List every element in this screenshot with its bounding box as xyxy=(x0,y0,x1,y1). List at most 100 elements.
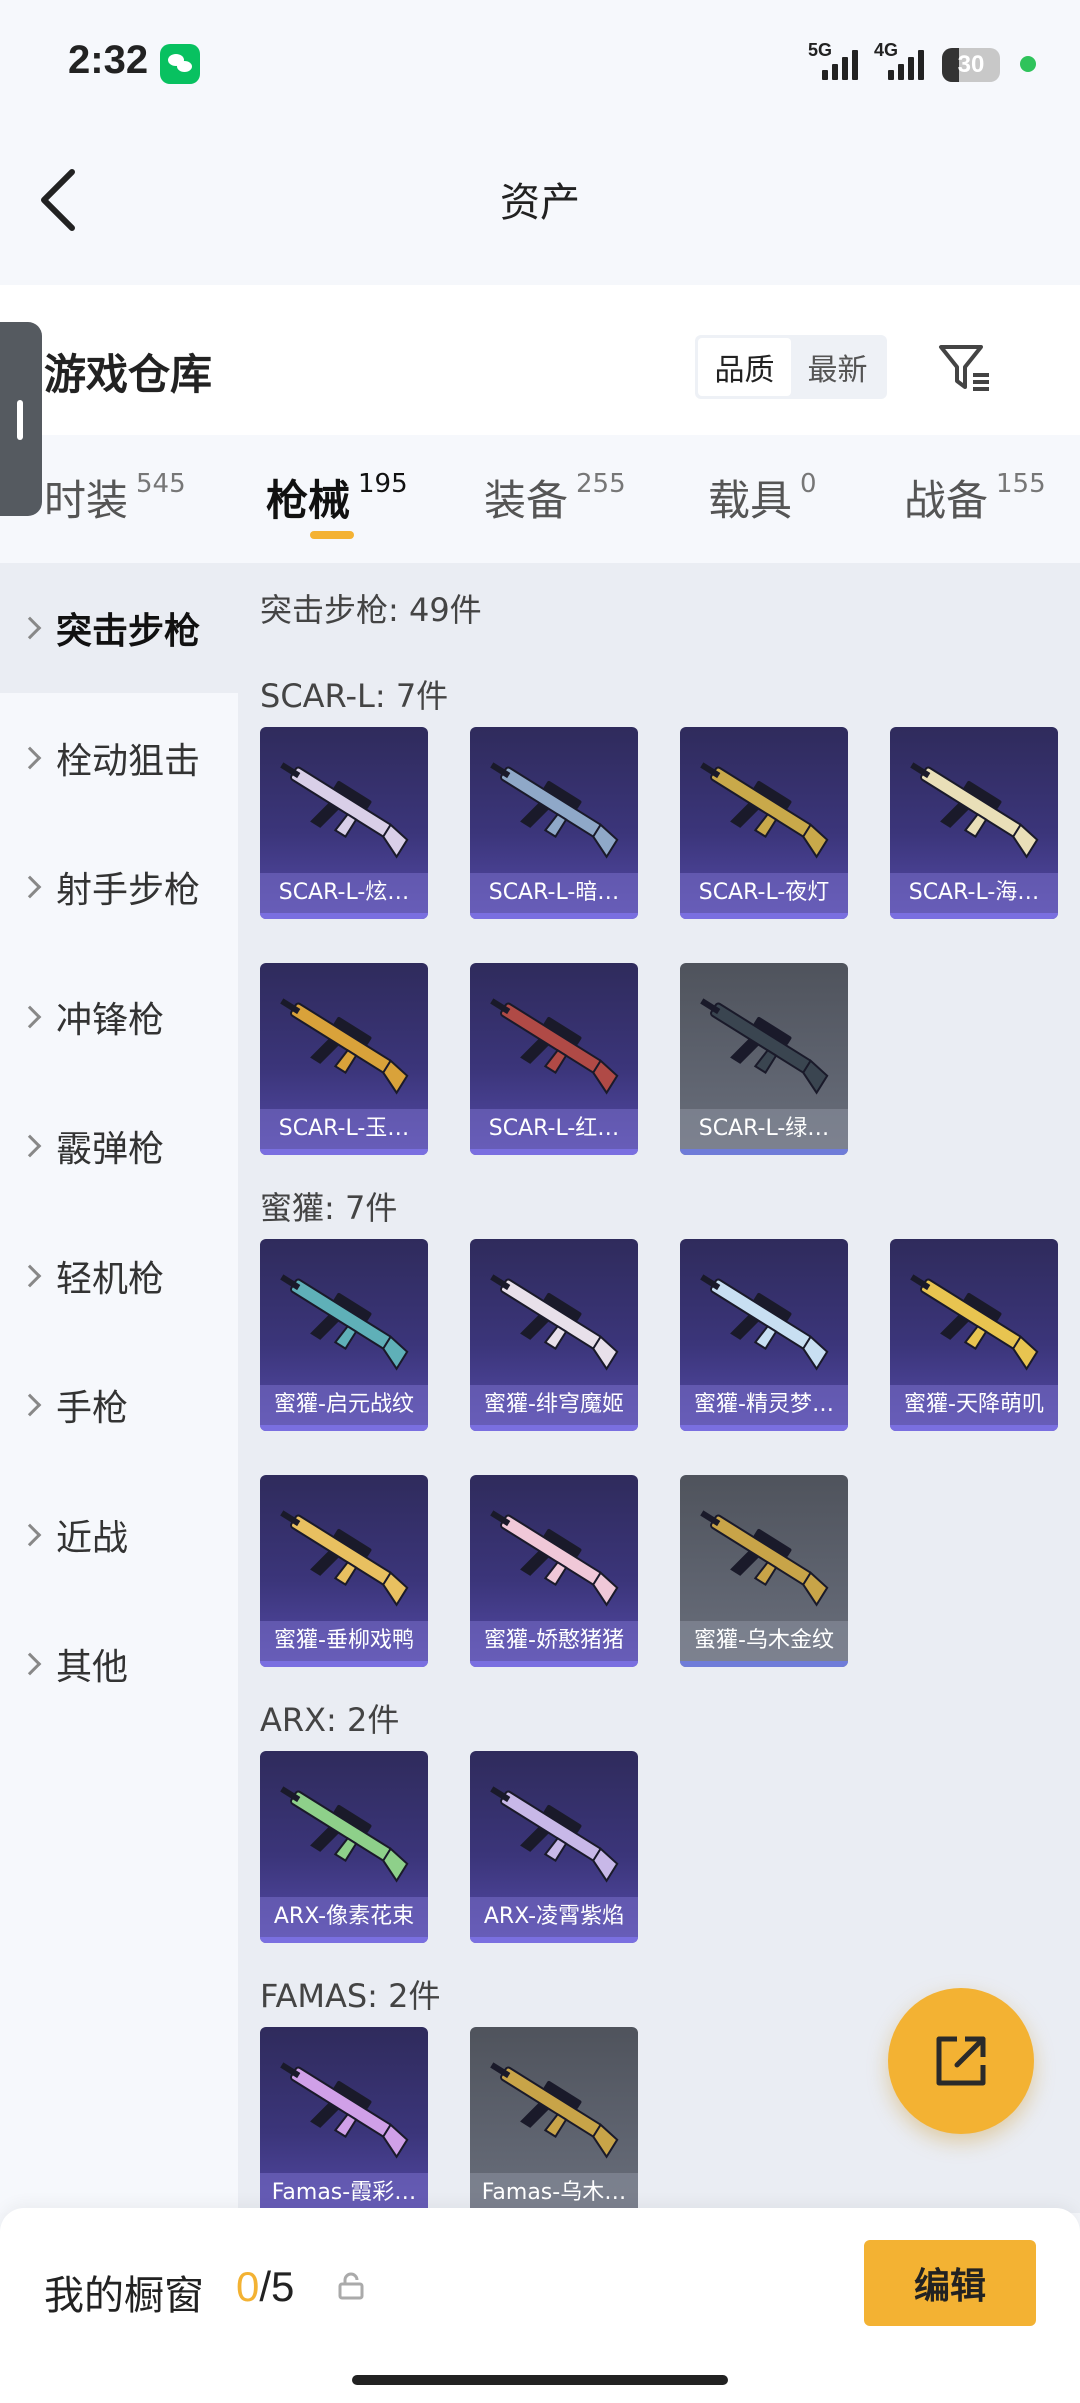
rarity-bar xyxy=(470,1425,638,1431)
share-button[interactable] xyxy=(888,1988,1034,2134)
warehouse-bar: 游戏仓库 品质 最新 xyxy=(0,285,1080,435)
weapon-card[interactable]: 蜜獾-启元战纹 xyxy=(260,1239,428,1431)
rarity-bar xyxy=(680,1425,848,1431)
showcase-bar: 我的橱窗 0/5 编辑 xyxy=(0,2208,1080,2403)
sort-quality-button[interactable]: 品质 xyxy=(698,338,791,396)
rifle-icon xyxy=(490,1510,619,1607)
weapon-name: SCAR-L-玉… xyxy=(260,1109,428,1149)
tab-label: 枪械 xyxy=(266,476,351,525)
rarity-bar xyxy=(470,913,638,919)
sidebar-item-bolt-sniper[interactable]: 栓动狙击 xyxy=(0,693,238,823)
sidebar-item-label: 冲锋枪 xyxy=(56,1000,165,1041)
rarity-bar xyxy=(470,1661,638,1667)
sidebar-item-melee[interactable]: 近战 xyxy=(0,1470,238,1600)
rifle-icon xyxy=(280,1786,409,1883)
rifle-icon xyxy=(490,2062,619,2159)
tab-label: 载具 xyxy=(708,476,793,525)
tab-label: 时装 xyxy=(44,476,129,525)
weapon-card[interactable]: SCAR-L-红… xyxy=(470,963,638,1155)
chevron-right-icon xyxy=(18,1523,42,1547)
weapon-name: SCAR-L-红… xyxy=(470,1109,638,1149)
rarity-bar xyxy=(260,1149,428,1155)
sidebar-item-shotgun[interactable]: 霰弹枪 xyxy=(0,1081,238,1211)
weapon-card[interactable]: SCAR-L-海… xyxy=(890,727,1058,919)
rifle-icon xyxy=(490,1274,619,1371)
sidebar-item-assault-rifle[interactable]: 突击步枪 xyxy=(0,563,238,693)
rarity-bar xyxy=(260,1425,428,1431)
rifle-icon xyxy=(490,998,619,1095)
weapon-group-title: 蜜獾: 7件 xyxy=(260,1189,398,1227)
rarity-bar xyxy=(890,1425,1058,1431)
weapon-card[interactable]: 蜜獾-绯穹魔姬 xyxy=(470,1239,638,1431)
weapon-card[interactable]: SCAR-L-炫… xyxy=(260,727,428,919)
rifle-icon xyxy=(280,1274,409,1371)
rifle-icon xyxy=(700,762,829,859)
lock-icon xyxy=(338,2272,364,2300)
filter-button[interactable] xyxy=(935,337,995,397)
tab-combat-gear[interactable]: 战备 155 xyxy=(904,467,1046,528)
tab-equipment[interactable]: 装备 255 xyxy=(484,467,626,528)
weapon-card[interactable]: SCAR-L-绿… xyxy=(680,963,848,1155)
rifle-icon xyxy=(280,1510,409,1607)
rifle-icon xyxy=(910,762,1039,859)
weapon-group-title: SCAR-L: 7件 xyxy=(260,677,449,715)
rifle-icon xyxy=(700,998,829,1095)
weapon-card[interactable]: Famas-乌木… xyxy=(470,2027,638,2213)
active-tab-indicator xyxy=(310,531,354,539)
chevron-right-icon xyxy=(18,616,42,640)
rarity-bar xyxy=(260,913,428,919)
sidebar-item-smg[interactable]: 冲锋枪 xyxy=(0,952,238,1082)
weapon-card[interactable]: SCAR-L-玉… xyxy=(260,963,428,1155)
weapon-card[interactable]: 蜜獾-娇憨猪猪 xyxy=(470,1475,638,1667)
chevron-right-icon xyxy=(18,1264,42,1288)
sort-latest-button[interactable]: 最新 xyxy=(791,338,884,396)
weapon-card[interactable]: SCAR-L-暗… xyxy=(470,727,638,919)
tab-fashion[interactable]: 时装 545 xyxy=(44,467,186,528)
rifle-icon xyxy=(700,1510,829,1607)
sidebar-item-other[interactable]: 其他 xyxy=(0,1599,238,1729)
chevron-right-icon xyxy=(18,1005,42,1029)
sidebar-item-marksman-rifle[interactable]: 射手步枪 xyxy=(0,822,238,952)
weapon-card[interactable]: 蜜獾-垂柳戏鸭 xyxy=(260,1475,428,1667)
weapon-name: 蜜獾-天降萌叽 xyxy=(890,1385,1058,1425)
weapon-group-title: FAMAS: 2件 xyxy=(260,1977,441,2015)
status-bar: 2:32 5G 4G 30 xyxy=(0,0,1080,130)
signal-5g-icon xyxy=(822,48,858,80)
tab-count: 255 xyxy=(576,469,626,499)
chevron-right-icon xyxy=(18,1134,42,1158)
showcase-count: 0/5 xyxy=(236,2263,294,2311)
showcase-total: /5 xyxy=(259,2263,295,2310)
sidebar-item-label: 近战 xyxy=(56,1518,129,1559)
weapon-card[interactable]: SCAR-L-夜灯 xyxy=(680,727,848,919)
tab-count: 545 xyxy=(136,469,186,499)
tab-vehicles[interactable]: 载具 0 xyxy=(708,467,817,528)
sort-toggle: 品质 最新 xyxy=(695,335,887,399)
wechat-icon xyxy=(160,44,200,84)
weapon-card[interactable]: ARX-像素花束 xyxy=(260,1751,428,1943)
tab-guns[interactable]: 枪械 195 xyxy=(266,467,408,528)
weapon-card[interactable]: 蜜獾-乌木金纹 xyxy=(680,1475,848,1667)
sidebar-item-lmg[interactable]: 轻机枪 xyxy=(0,1211,238,1341)
home-indicator[interactable] xyxy=(352,2375,728,2385)
rifle-icon xyxy=(490,762,619,859)
weapon-name: ARX-凌霄紫焰 xyxy=(470,1897,638,1937)
rarity-bar xyxy=(680,1661,848,1667)
chevron-right-icon xyxy=(18,875,42,899)
weapon-card[interactable]: ARX-凌霄紫焰 xyxy=(470,1751,638,1943)
weapon-group-title: ARX: 2件 xyxy=(260,1701,400,1739)
weapon-card[interactable]: 蜜獾-天降萌叽 xyxy=(890,1239,1058,1431)
weapon-name: Famas-霞彩… xyxy=(260,2173,428,2213)
battery-percent: 30 xyxy=(957,51,985,78)
edit-button[interactable]: 编辑 xyxy=(864,2240,1036,2326)
tab-label: 战备 xyxy=(904,476,989,525)
rarity-bar xyxy=(260,1937,428,1943)
weapon-type-sidebar: 突击步枪 栓动狙击 射手步枪 冲锋枪 霰弹枪 轻机枪 手枪 近战 其他 xyxy=(0,563,238,2213)
sidebar-item-pistol[interactable]: 手枪 xyxy=(0,1340,238,1470)
page-title: 资产 xyxy=(500,180,580,226)
weapon-card[interactable]: 蜜獾-精灵梦… xyxy=(680,1239,848,1431)
weapon-name: 蜜獾-启元战纹 xyxy=(260,1385,428,1425)
category-tabs: 时装 545 枪械 195 装备 255 载具 0 战备 155 xyxy=(0,435,1080,563)
side-drawer-handle[interactable] xyxy=(0,322,42,516)
weapon-name: SCAR-L-夜灯 xyxy=(680,873,848,913)
weapon-card[interactable]: Famas-霞彩… xyxy=(260,2027,428,2213)
